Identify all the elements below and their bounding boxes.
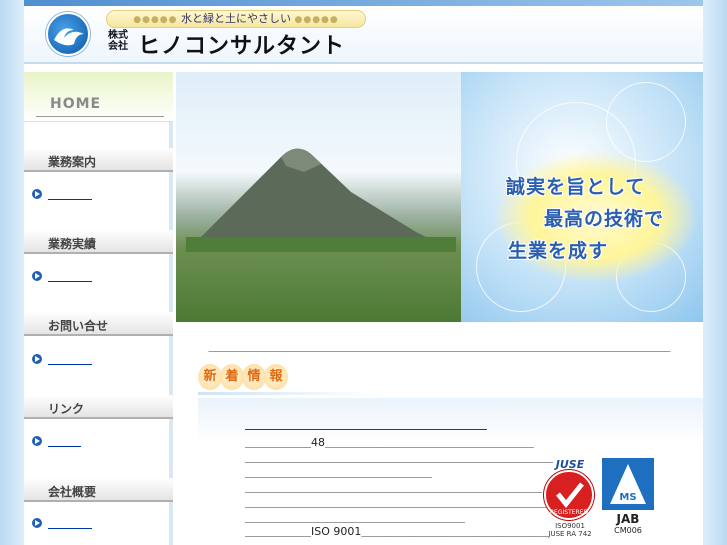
intro-text: ＿＿＿＿＿＿＿＿＿＿＿＿＿＿＿＿＿＿＿＿＿＿＿＿＿＿＿＿＿＿＿＿＿＿＿＿＿＿＿＿…	[208, 340, 671, 353]
check-icon: REGISTERED	[550, 482, 589, 516]
wave-icon	[54, 28, 84, 46]
news-heading-underline	[198, 392, 378, 395]
sidebar-heading-label: 業務案内	[48, 155, 97, 169]
jab-sub-label: CM006	[614, 526, 642, 535]
home-label: HOME	[50, 96, 102, 112]
sidebar-item-results[interactable]: ＿＿＿＿	[32, 268, 152, 284]
slogan-line-3: 生業を成す	[508, 240, 609, 262]
news-heading-char: 着	[220, 364, 244, 390]
sidebar-item-contact[interactable]: ＿＿＿＿	[32, 351, 152, 367]
slogan-line-1: 誠実を旨として	[506, 176, 646, 198]
hero-banner: 誠実を旨として 最高の技術で 生業を成す	[176, 72, 703, 322]
tagline-text: 水と緑と土にやさしい	[181, 12, 291, 25]
company-name[interactable]: ヒノコンサルタント	[138, 28, 345, 60]
sidebar-heading-services: 業務案内	[24, 148, 173, 172]
jab-mark-icon: MS	[602, 458, 654, 510]
bubble-decoration	[606, 82, 686, 162]
page-container: ●●●●● 水と緑と土にやさしい ●●●●● 株式 会社 ヒノコンサルタント H…	[24, 0, 703, 545]
sidebar-item-company[interactable]: ＿＿＿＿	[32, 515, 152, 531]
news-line: ＿＿＿＿＿＿＿＿＿＿＿＿＿＿＿＿＿＿＿＿＿＿＿＿＿＿＿	[245, 538, 542, 545]
sidebar-heading-label: 業務実績	[48, 237, 97, 251]
cert-center-label: REGISTERED	[550, 509, 589, 516]
registered-seal-icon: REGISTERED	[544, 470, 594, 520]
arrow-right-icon	[32, 189, 42, 199]
sidebar-heading-label: お問い合せ	[48, 319, 109, 333]
arrow-right-icon	[32, 436, 42, 446]
tagline: ●●●●● 水と緑と土にやさしい ●●●●●	[106, 10, 366, 28]
jab-label: JAB	[616, 512, 640, 526]
slogan-line-2: 最高の技術で	[544, 208, 665, 230]
site-header: ●●●●● 水と緑と土にやさしい ●●●●● 株式 会社 ヒノコンサルタント	[24, 6, 703, 64]
arrow-right-icon	[32, 271, 42, 281]
sidebar-link[interactable]: ＿＿＿＿	[48, 515, 92, 531]
tagline-dots-left: ●●●●●	[133, 15, 178, 25]
news-heading-char: 報	[264, 364, 288, 390]
news-line: ＿＿＿＿＿＿＿＿＿＿＿＿＿＿＿＿＿＿＿＿＿＿＿＿＿＿＿＿	[245, 451, 553, 464]
sidebar-heading-links: リンク	[24, 395, 173, 419]
news-title-link[interactable]: ＿＿＿＿＿＿＿＿＿＿＿＿＿＿＿＿＿＿＿＿＿＿	[245, 416, 487, 432]
sidebar-item-services[interactable]: ＿＿＿＿	[32, 186, 152, 202]
news-line: ＿＿＿＿＿＿48＿＿＿＿＿＿＿＿＿＿＿＿＿＿＿＿＿＿＿	[245, 436, 534, 449]
sidebar-heading-company: 会社概要	[24, 478, 173, 502]
news-heading-char: 新	[198, 364, 222, 390]
sidebar-link[interactable]: ＿＿＿＿	[48, 268, 92, 284]
news-heading-char: 情	[242, 364, 266, 390]
sidebar-heading-label: リンク	[48, 402, 85, 416]
sidebar-heading-label: 会社概要	[48, 485, 97, 499]
tagline-dots-right: ●●●●●	[294, 15, 339, 25]
mountain-photo	[176, 72, 461, 322]
arrow-right-icon	[32, 354, 42, 364]
news-line: ＿＿＿＿＿＿＿＿＿＿＿＿＿＿＿＿＿＿＿＿＿＿＿＿＿＿＿＿	[245, 496, 553, 509]
company-type: 株式 会社	[108, 30, 134, 52]
sidebar-heading-results: 業務実績	[24, 230, 173, 254]
iso-certification-badge[interactable]: JUSE REGISTERED ISO9001 JUSE RA 742	[542, 458, 598, 538]
company-logo-icon[interactable]	[46, 12, 90, 56]
arrow-right-icon	[32, 518, 42, 528]
company-type-line2: 会社	[108, 41, 128, 52]
cert-number: JUSE RA 742	[548, 530, 592, 538]
sidebar-link[interactable]: ＿＿＿	[48, 433, 81, 449]
company-type-line1: 株式	[108, 30, 128, 41]
sidebar-item-links[interactable]: ＿＿＿	[32, 433, 152, 449]
sidebar: HOME 業務案内 ＿＿＿＿ 業務実績 ＿＿＿＿ お問い合せ ＿＿＿＿ リンク	[24, 72, 173, 545]
news-line: ＿＿＿＿＿＿＿＿＿＿＿＿＿＿＿＿＿	[245, 466, 432, 479]
news-line: ＿＿＿＿＿＿＿＿＿＿＿＿＿＿＿＿＿＿＿＿＿＿＿＿＿＿＿	[245, 481, 542, 494]
home-nav-button[interactable]: HOME	[24, 72, 173, 122]
cert-bottom-label: ISO9001 JUSE RA 742	[542, 522, 598, 538]
jab-accreditation-badge[interactable]: MS JAB CM006	[602, 458, 654, 536]
sidebar-link[interactable]: ＿＿＿＿	[48, 351, 92, 367]
news-line: ＿＿＿＿＿＿ISO 9001＿＿＿＿＿＿＿＿＿＿＿＿＿＿＿＿＿	[245, 525, 549, 538]
sidebar-link[interactable]: ＿＿＿＿	[48, 186, 92, 202]
home-underline	[36, 116, 164, 117]
cert-standard: ISO9001	[555, 522, 585, 530]
jab-top-label: MS	[619, 492, 636, 503]
mountain-icon	[186, 148, 456, 252]
news-heading: 新 着 情 報	[198, 364, 398, 396]
ms-triangle-icon: MS	[610, 464, 646, 504]
sidebar-heading-contact: お問い合せ	[24, 312, 173, 336]
